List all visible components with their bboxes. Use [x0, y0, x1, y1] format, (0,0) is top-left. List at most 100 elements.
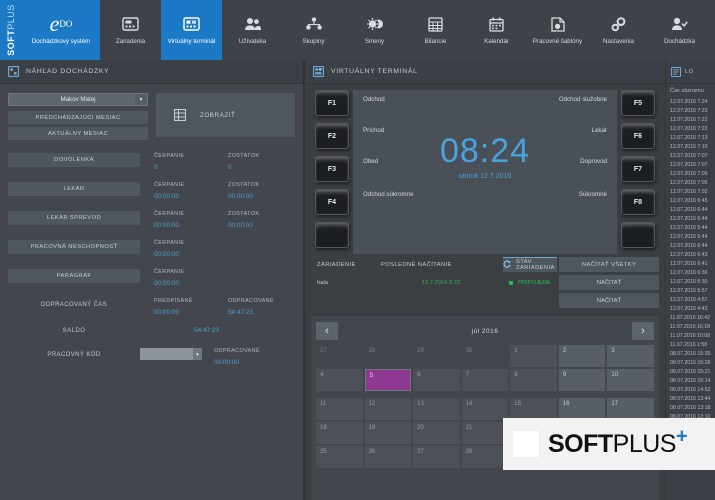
- terminal-action-doprovod[interactable]: Doprovod: [580, 158, 607, 165]
- paragraf-button[interactable]: PARAGRAF: [8, 269, 140, 283]
- log-list-item[interactable]: 11.07.2016 1:58: [666, 340, 715, 349]
- nav-item-kalendar[interactable]: Kalendár: [466, 0, 527, 60]
- log-list-item[interactable]: 08.07.2016 15:14: [666, 376, 715, 385]
- calendar-day-cell[interactable]: 9: [559, 369, 606, 391]
- nav-item-bilancie[interactable]: Bilancie: [405, 0, 466, 60]
- nav-item-skupiny[interactable]: Skupiny: [283, 0, 344, 60]
- device-read-button[interactable]: NAČÍTAŤ: [559, 275, 659, 290]
- log-list-item[interactable]: 12.07.2016 7:24: [666, 97, 715, 106]
- terminal-action-odchod-sluzobne[interactable]: Odchod služobne: [559, 96, 607, 103]
- log-list-item[interactable]: 08.07.2016 13:44: [666, 394, 715, 403]
- fkey-f7[interactable]: F7: [621, 156, 655, 182]
- log-list-item[interactable]: 11.07.2016 16:42: [666, 313, 715, 322]
- log-list-item[interactable]: 12.07.2016 7:22: [666, 115, 715, 124]
- current-month-button[interactable]: AKTUÁLNY MESIAC: [8, 127, 148, 140]
- log-list-item[interactable]: 12.07.2016 6:43: [666, 250, 715, 259]
- fkey-f1[interactable]: F1: [315, 90, 349, 116]
- log-list-item[interactable]: 12.07.2016 6:44: [666, 214, 715, 223]
- log-list-item[interactable]: 12.07.2016 6:44: [666, 205, 715, 214]
- read-all-button[interactable]: NAČÍTAŤ VŠETKY: [559, 257, 659, 272]
- fkey-blank-right[interactable]: [621, 222, 655, 248]
- calendar-day-cell[interactable]: 26: [365, 446, 412, 468]
- calendar-day-cell[interactable]: 2: [559, 345, 606, 367]
- show-button[interactable]: ZOBRAZIŤ: [156, 93, 295, 137]
- nav-item-prechody[interactable]: Prech: [710, 0, 715, 60]
- log-list-item[interactable]: 12.07.2016 6:45: [666, 196, 715, 205]
- log-list-item[interactable]: 12.07.2016 5:44: [666, 232, 715, 241]
- calendar-day-cell[interactable]: 5: [365, 369, 412, 391]
- fkey-f3[interactable]: F3: [315, 156, 349, 182]
- log-list-item[interactable]: 12.07.2016 7:05: [666, 169, 715, 178]
- log-list-item[interactable]: 12.07.2016 7:02: [666, 187, 715, 196]
- calendar-day-cell[interactable]: 20: [413, 422, 460, 444]
- log-list-item[interactable]: 11.07.2016 10:08: [666, 331, 715, 340]
- calendar-day-cell[interactable]: 19: [365, 422, 412, 444]
- calendar-day-cell[interactable]: 29: [413, 345, 460, 367]
- calendar-next-button[interactable]: ›: [632, 322, 654, 340]
- device-status-button[interactable]: STAV ZARIADENIA: [503, 257, 557, 272]
- log-list-item[interactable]: 11.07.2016 16:18: [666, 322, 715, 331]
- log-list-item[interactable]: 08.07.2016 15:35: [666, 349, 715, 358]
- nav-item-dochadzkovy-system[interactable]: eDO Dochádzkový systém: [22, 0, 100, 60]
- fkey-f6[interactable]: F6: [621, 123, 655, 149]
- terminal-action-obed[interactable]: Obed: [363, 158, 378, 165]
- calendar-day-cell[interactable]: 30: [462, 345, 509, 367]
- nav-item-zariadenia[interactable]: Zariadenia: [100, 0, 161, 60]
- calendar-day-cell[interactable]: 27: [316, 345, 363, 367]
- log-list-item[interactable]: 12.07.2016 7:05: [666, 178, 715, 187]
- calendar-day-cell[interactable]: 28: [462, 446, 509, 468]
- calendar-day-cell[interactable]: 16: [559, 398, 606, 420]
- log-list-item[interactable]: 08.07.2016 13:18: [666, 403, 715, 412]
- calendar-day-cell[interactable]: 10: [607, 369, 654, 391]
- prev-month-button[interactable]: PREDCHÁDZAJÚCI MESIAC: [8, 111, 148, 124]
- calendar-day-cell[interactable]: 17: [607, 398, 654, 420]
- log-list-item[interactable]: 12.07.2016 7:07: [666, 160, 715, 169]
- calendar-day-cell[interactable]: 1: [510, 345, 557, 367]
- log-list-item[interactable]: 12.07.2016 5:57: [666, 286, 715, 295]
- fkey-f2[interactable]: F2: [315, 123, 349, 149]
- calendar-day-cell[interactable]: 8: [510, 369, 557, 391]
- log-list-item[interactable]: 12.07.2016 7:22: [666, 124, 715, 133]
- nav-item-smeny[interactable]: Smeny: [344, 0, 405, 60]
- nav-item-virtualny-terminal[interactable]: Virtuálny terminál: [161, 0, 222, 60]
- lekar-sprevod-button[interactable]: LEKÁR SPREVOD: [8, 211, 140, 225]
- fkey-blank-left[interactable]: [315, 222, 349, 248]
- log-list-item[interactable]: 12.07.2016 7:10: [666, 142, 715, 151]
- calendar-day-cell[interactable]: 4: [316, 369, 363, 391]
- log-list-item[interactable]: 08.07.2016 15:28: [666, 358, 715, 367]
- fkey-f4[interactable]: F4: [315, 189, 349, 215]
- log-list-item[interactable]: 12.07.2016 7:13: [666, 133, 715, 142]
- log-list-item[interactable]: 12.07.2016 6:41: [666, 259, 715, 268]
- calendar-day-cell[interactable]: 18: [316, 422, 363, 444]
- calendar-day-cell[interactable]: 7: [462, 369, 509, 391]
- log-list-item[interactable]: 08.07.2016 14:52: [666, 385, 715, 394]
- dovolenka-button[interactable]: DOVOLENKA: [8, 153, 140, 167]
- calendar-day-cell[interactable]: 12: [365, 398, 412, 420]
- calendar-day-cell[interactable]: 25: [316, 446, 363, 468]
- calendar-day-cell[interactable]: 6: [413, 369, 460, 391]
- fkey-f5[interactable]: F5: [621, 90, 655, 116]
- pracovna-neschopnost-button[interactable]: PRACOVNÁ NESCHOPNOSŤ: [8, 240, 140, 254]
- user-select[interactable]: Makov Matej ▼: [8, 93, 148, 106]
- calendar-day-cell[interactable]: 28: [365, 345, 412, 367]
- terminal-action-lekar[interactable]: Lekár: [592, 127, 607, 134]
- calendar-day-cell[interactable]: 21: [462, 422, 509, 444]
- work-code-select[interactable]: ▼: [140, 348, 202, 360]
- log-list-item[interactable]: 12.07.2016 4:57: [666, 295, 715, 304]
- terminal-action-odchod-sukromne[interactable]: Odchod súkromne: [363, 191, 414, 198]
- log-list-item[interactable]: 12.07.2016 6:30: [666, 277, 715, 286]
- nav-item-uzivatelia[interactable]: Užívatelia: [222, 0, 283, 60]
- fkey-f8[interactable]: F8: [621, 189, 655, 215]
- log-list-item[interactable]: 12.07.2016 5:44: [666, 223, 715, 232]
- nav-item-nastavenia[interactable]: Nastavenia: [588, 0, 649, 60]
- device-read-button-2[interactable]: NAČÍTAŤ: [559, 293, 659, 308]
- terminal-action-odchod[interactable]: Odchod: [363, 96, 385, 103]
- calendar-day-cell[interactable]: 3: [607, 345, 654, 367]
- lekar-button[interactable]: LEKÁR: [8, 182, 140, 196]
- nav-item-dochadzka[interactable]: Dochádzka: [649, 0, 710, 60]
- log-list-item[interactable]: 12.07.2016 4:43: [666, 304, 715, 313]
- log-list-item[interactable]: 12.07.2016 7:23: [666, 106, 715, 115]
- log-list-item[interactable]: 12.07.2016 7:07: [666, 151, 715, 160]
- calendar-day-cell[interactable]: 14: [462, 398, 509, 420]
- calendar-day-cell[interactable]: 13: [413, 398, 460, 420]
